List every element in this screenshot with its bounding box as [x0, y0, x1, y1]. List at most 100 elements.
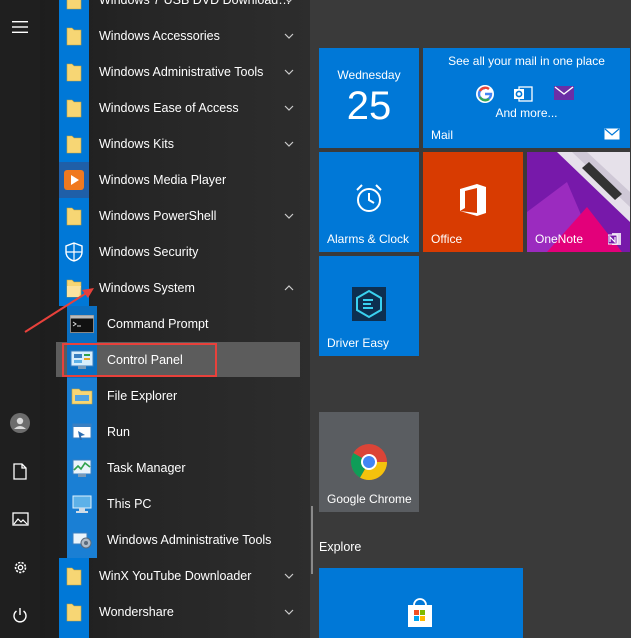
alarms-clock-tile[interactable]: Alarms & Clock [319, 152, 419, 252]
folder-tile [59, 0, 89, 18]
app-item-label: This PC [107, 497, 152, 511]
app-tile [67, 486, 97, 522]
driver-easy-tile[interactable]: Driver Easy [319, 256, 419, 356]
app-item-label: Windows Kits [99, 137, 175, 151]
app-item-run[interactable]: Run [40, 414, 310, 450]
store-bag-icon [408, 598, 432, 627]
chevron-down-icon [284, 105, 294, 111]
alarm-clock-icon [356, 184, 382, 212]
app-item-label: Run [107, 425, 130, 439]
app-tile [67, 378, 97, 414]
app-item-label: WinX YouTube Downloader [99, 569, 252, 583]
folder-tile [59, 18, 89, 54]
account-button[interactable] [0, 403, 40, 443]
mail-tile[interactable]: See all your mail in one place And more.… [423, 48, 630, 148]
folder-tile [59, 126, 89, 162]
run-icon [72, 423, 92, 440]
app-item-windows-powershell[interactable]: Windows PowerShell [40, 198, 310, 234]
admin-tools-icon [72, 532, 92, 549]
this-pc-icon [72, 495, 92, 513]
app-item-this-pc[interactable]: This PC [40, 486, 310, 522]
app-list-scrollbar[interactable] [311, 506, 313, 574]
yahoo-mail-icon [554, 86, 574, 100]
expand-menu-button[interactable] [0, 7, 40, 47]
chevron-down-icon [284, 609, 294, 615]
tile-label: OneNote [535, 232, 584, 246]
app-item-windows-accessories[interactable]: Windows Accessories [40, 18, 310, 54]
app-item-windows-kits[interactable]: Windows Kits [40, 126, 310, 162]
app-tile [59, 234, 89, 270]
app-tile [67, 522, 97, 558]
folder-tile [59, 594, 89, 630]
microsoft-store-tile[interactable] [319, 568, 523, 638]
chevron-down-icon [284, 141, 294, 147]
folder-icon [66, 63, 82, 82]
tile-label: Google Chrome [327, 492, 412, 506]
app-tile [67, 450, 97, 486]
folder-icon [66, 99, 82, 118]
calendar-day: Wednesday [337, 68, 401, 82]
tile-label: Mail [431, 128, 454, 142]
app-item-windows-administrative-tools[interactable]: Windows Administrative Tools [40, 54, 310, 90]
app-item-partial-bottom[interactable] [40, 630, 310, 638]
folder-tile [59, 90, 89, 126]
settings-button[interactable] [0, 547, 40, 587]
annotation-highlight-box [62, 343, 217, 377]
tile-label: Driver Easy [327, 336, 390, 350]
folder-tile [59, 630, 89, 638]
app-item-label: Windows Administrative Tools [107, 533, 272, 547]
app-item-label: Windows Administrative Tools [99, 65, 264, 79]
app-item-windows-security[interactable]: Windows Security [40, 234, 310, 270]
google-icon [476, 85, 494, 103]
tile-group-explore[interactable]: Explore [319, 540, 361, 554]
tile-label: Office [431, 232, 463, 246]
chevron-down-icon [286, 0, 292, 3]
media-player-icon [64, 170, 84, 190]
file-explorer-icon [71, 388, 93, 405]
driver-easy-icon [352, 287, 386, 321]
folder-tile [59, 198, 89, 234]
folder-icon [66, 567, 82, 586]
app-item-label: Windows Security [99, 245, 199, 259]
pictures-button[interactable] [0, 499, 40, 539]
folder-icon [66, 27, 82, 46]
app-item-label: Command Prompt [107, 317, 209, 331]
app-item-task-manager[interactable]: Task Manager [40, 450, 310, 486]
app-item-winx-youtube-downloader[interactable]: WinX YouTube Downloader [40, 558, 310, 594]
folder-icon [66, 135, 82, 154]
folder-tile [59, 54, 89, 90]
app-item-label: Windows 7 USB DVD Download… [99, 0, 291, 7]
app-item-windows-ease-of-access[interactable]: Windows Ease of Access [40, 90, 310, 126]
tile-label: Alarms & Clock [327, 232, 410, 246]
chevron-down-icon [284, 33, 294, 39]
task-manager-icon [72, 459, 92, 477]
office-tile[interactable]: Office [423, 152, 523, 252]
power-icon [13, 608, 27, 623]
app-item-windows-usb-dvd[interactable]: Windows 7 USB DVD Download… [40, 0, 310, 18]
app-item-windows-media-player[interactable]: Windows Media Player [40, 162, 310, 198]
app-item-label: Windows Accessories [99, 29, 220, 43]
envelope-icon [604, 128, 620, 140]
folder-tile [59, 558, 89, 594]
app-item-wondershare[interactable]: Wondershare [40, 594, 310, 630]
google-chrome-tile[interactable]: Google Chrome [319, 412, 419, 512]
power-button[interactable] [0, 595, 40, 635]
office-logo-icon [460, 184, 486, 216]
chevron-down-icon [284, 213, 294, 219]
chevron-down-icon [284, 69, 294, 75]
onenote-tile[interactable]: OneNote [527, 152, 630, 252]
app-item-windows-admin-tools-sub[interactable]: Windows Administrative Tools [40, 522, 310, 558]
folder-icon [66, 207, 82, 226]
annotation-arrow-icon [24, 288, 94, 333]
app-item-label: Windows Media Player [99, 173, 227, 187]
folder-icon [66, 603, 82, 622]
mail-tagline: See all your mail in one place [448, 54, 605, 68]
app-item-file-explorer[interactable]: File Explorer [40, 378, 310, 414]
app-item-label: Task Manager [107, 461, 186, 475]
chrome-logo-icon [350, 444, 387, 481]
app-item-label: Wondershare [99, 605, 174, 619]
documents-button[interactable] [0, 451, 40, 491]
calendar-tile[interactable]: Wednesday 25 [319, 48, 419, 148]
user-avatar-icon [10, 413, 30, 433]
shield-icon [65, 242, 83, 262]
